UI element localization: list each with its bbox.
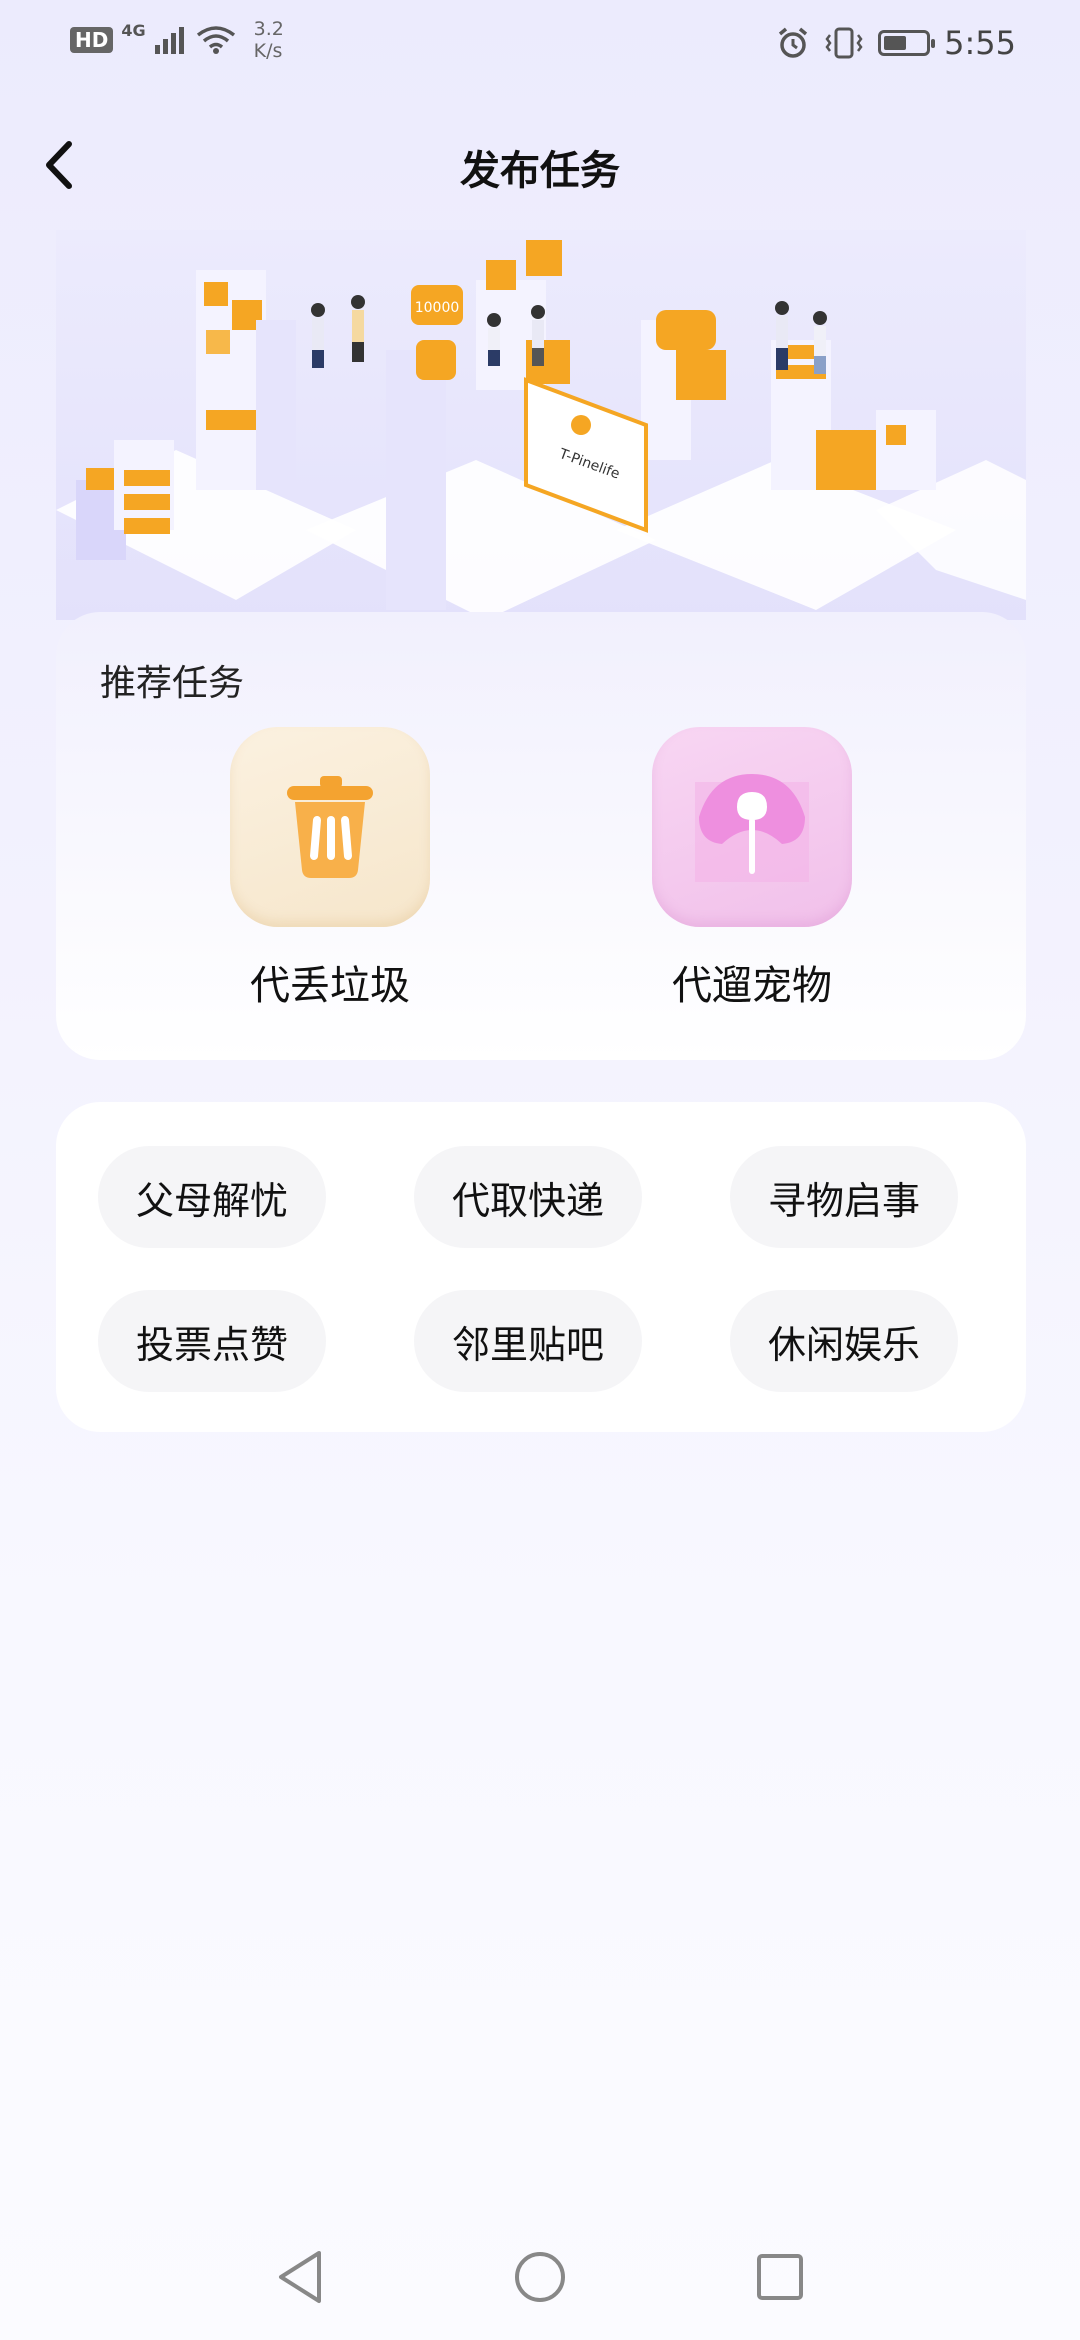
category-pill-vote[interactable]: 投票点赞 xyxy=(98,1290,326,1392)
status-left: HD 4G 3.2 K/s xyxy=(70,18,284,62)
square-recents-icon xyxy=(757,2254,803,2300)
status-right: 5:55 xyxy=(776,24,1016,62)
recommended-item-pet[interactable]: 代遛宠物 xyxy=(632,727,872,1011)
vibrate-icon xyxy=(825,27,863,59)
system-nav-bar xyxy=(0,2214,1080,2340)
circle-home-icon xyxy=(515,2252,565,2302)
category-grid: 父母解忧 代取快递 寻物启事 投票点赞 邻里贴吧 休闲娱乐 xyxy=(98,1146,998,1392)
status-bar: HD 4G 3.2 K/s 5:55 xyxy=(0,0,1080,96)
banner-counter: 10000 xyxy=(415,300,460,316)
pet-leash-icon xyxy=(652,727,852,927)
alarm-icon xyxy=(779,27,808,58)
page-title: 发布任务 xyxy=(460,148,620,194)
trash-can-icon xyxy=(230,727,430,927)
category-pill-express[interactable]: 代取快递 xyxy=(414,1146,642,1248)
nav-back-button[interactable] xyxy=(260,2237,340,2317)
hd-badge: HD xyxy=(70,27,114,53)
category-card: 父母解忧 代取快递 寻物启事 投票点赞 邻里贴吧 休闲娱乐 xyxy=(56,1102,1026,1432)
triangle-back-icon xyxy=(279,2251,321,2303)
battery-icon xyxy=(878,30,936,56)
wifi-icon xyxy=(196,26,235,54)
signal-icon xyxy=(154,27,184,54)
recommended-title: 推荐任务 xyxy=(100,663,245,704)
nav-home-button[interactable] xyxy=(500,2237,580,2317)
category-pill-parents[interactable]: 父母解忧 xyxy=(98,1146,326,1248)
recommended-card: 推荐任务 代丢垃圾 代遛宠物 xyxy=(56,612,1026,1060)
nav-recents-button[interactable] xyxy=(740,2237,820,2317)
category-pill-leisure[interactable]: 休闲娱乐 xyxy=(730,1290,958,1392)
speed-value: 3.2 xyxy=(253,18,284,40)
network-speed: 3.2 K/s xyxy=(254,18,284,62)
network-type: 4G xyxy=(121,20,146,40)
battery-fill xyxy=(884,36,906,50)
category-pill-neighbors[interactable]: 邻里贴吧 xyxy=(414,1290,642,1392)
recommended-item-trash[interactable]: 代丢垃圾 xyxy=(210,727,450,1011)
category-pill-lost-found[interactable]: 寻物启事 xyxy=(730,1146,958,1248)
recommended-item-label: 代丢垃圾 xyxy=(250,963,410,1009)
speed-unit: K/s xyxy=(253,40,283,62)
recommended-item-label: 代遛宠物 xyxy=(672,963,832,1009)
clock: 5:55 xyxy=(944,24,1016,62)
banner-illustration: 10000 T-Pinelife xyxy=(56,230,1026,620)
